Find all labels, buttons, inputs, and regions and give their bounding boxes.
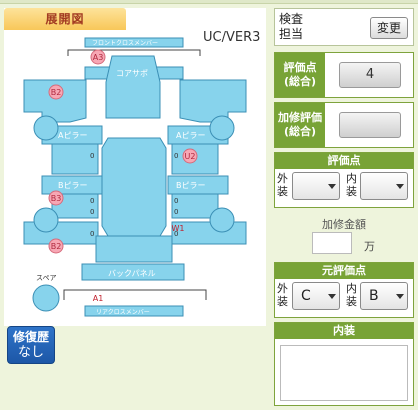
repair-score-value[interactable] — [339, 112, 401, 138]
front-cross-member-label: フロントクロスメンバー — [92, 40, 158, 47]
rear-left-wheel[interactable] — [33, 207, 59, 233]
inspector-box: 検査 担当 変更 — [274, 8, 414, 46]
overall-score-label-line1: 評価点 — [283, 61, 317, 74]
left-a-pillar-label: Aピラー — [58, 131, 87, 140]
repair-amount-unit: 万 — [364, 240, 375, 253]
rear-bracket-line — [63, 289, 207, 300]
vehicle-diagram[interactable]: フロントクロスメンバー リアクロスメンバー コアサポ Aピラー Aピラー Bピラ… — [0, 0, 270, 326]
repair-history-value: なし — [17, 345, 44, 360]
score-group-header: 評価点 — [275, 153, 413, 169]
repair-amount-label: 加修金額 — [322, 218, 366, 231]
side-mark: 0 — [90, 208, 94, 216]
score-exterior-label-1: 外 — [277, 172, 288, 185]
back-panel-label: バックパネル — [108, 269, 156, 278]
side-mark: 0 — [90, 152, 94, 160]
repair-amount-input[interactable] — [312, 232, 352, 254]
spare-tire[interactable] — [32, 284, 60, 312]
side-mark: 0 — [174, 208, 178, 216]
original-interior-label-2: 装 — [346, 295, 357, 308]
side-mark: 0 — [174, 197, 178, 205]
chevron-down-icon — [328, 184, 336, 189]
original-exterior-value: C — [301, 288, 311, 304]
interior-notes-box: 内装 — [274, 322, 414, 406]
damage-code: B3 — [51, 194, 62, 203]
front-right-wheel[interactable] — [209, 115, 235, 141]
original-exterior-label-1: 外 — [277, 282, 288, 295]
interior-notes-header: 内装 — [275, 323, 413, 339]
score-interior-select[interactable] — [360, 172, 408, 200]
damage-code: B2 — [51, 242, 62, 251]
original-score-header: 元評価点 — [275, 263, 413, 279]
original-interior-label: 内 装 — [346, 282, 357, 308]
original-exterior-label-2: 装 — [277, 295, 288, 308]
inspector-label-line1: 検査 — [279, 12, 304, 26]
inspector-label: 検査 担当 — [279, 12, 303, 42]
original-exterior-label: 外 装 — [277, 282, 288, 308]
inspection-sheet: 展開図 UC/VER3 フロントクロスメンバー リアクロスメンバー コアサポ A… — [0, 0, 418, 410]
chevron-down-icon — [396, 294, 404, 299]
overall-score-label: 評価点 (総合) — [275, 53, 325, 97]
score-exterior-label-2: 装 — [277, 185, 288, 198]
score-interior-label: 内 装 — [346, 172, 357, 198]
original-interior-value: B — [369, 288, 379, 304]
right-a-pillar-label: Aピラー — [176, 131, 205, 140]
original-interior-label-1: 内 — [346, 282, 357, 295]
overall-score-box: 評価点 (総合) 4 — [274, 52, 414, 98]
left-b-pillar-label: Bピラー — [58, 181, 88, 190]
repair-history-button[interactable]: 修復歴 なし — [7, 326, 55, 364]
core-support-label: コアサポ — [116, 69, 148, 78]
interior-notes-textarea[interactable] — [280, 345, 408, 401]
score-exterior-select[interactable] — [292, 172, 340, 200]
side-mark: 0 — [90, 197, 94, 205]
rear-right-wheel[interactable] — [209, 207, 235, 233]
hood-panel[interactable] — [105, 55, 161, 119]
original-interior-select[interactable]: B — [360, 282, 408, 310]
chevron-down-icon — [328, 294, 336, 299]
repair-score-box: 加修評価 (総合) — [274, 102, 414, 148]
side-mark: 0 — [90, 230, 94, 238]
score-interior-label-2: 装 — [346, 185, 357, 198]
overall-score-value[interactable]: 4 — [339, 62, 401, 88]
repair-score-label: 加修評価 (総合) — [275, 103, 325, 147]
front-bracket-line — [67, 49, 201, 56]
damage-code: A3 — [93, 53, 104, 62]
right-b-pillar-label: Bピラー — [176, 181, 206, 190]
repair-score-label-line1: 加修評価 — [278, 111, 322, 124]
side-mark: 0 — [174, 152, 178, 160]
front-left-wheel[interactable] — [33, 115, 59, 141]
rear-cross-member-label: リアクロスメンバー — [96, 309, 150, 316]
damage-code: A1 — [93, 294, 104, 303]
score-interior-label-1: 内 — [346, 172, 357, 185]
spare-label: スペア — [36, 274, 57, 282]
chevron-down-icon — [396, 184, 404, 189]
score-exterior-label: 外 装 — [277, 172, 288, 198]
trunk-lid[interactable] — [95, 235, 173, 263]
inspector-label-line2: 担当 — [279, 27, 304, 41]
change-button[interactable]: 変更 — [370, 17, 408, 39]
damage-code: W1 — [172, 224, 185, 233]
damage-code: B2 — [51, 88, 62, 97]
repair-history-label: 修復歴 — [12, 330, 49, 344]
repair-score-label-line2: (総合) — [283, 125, 317, 138]
front-right-fender[interactable] — [179, 79, 247, 123]
overall-score-label-line2: (総合) — [283, 75, 317, 88]
original-exterior-select[interactable]: C — [292, 282, 340, 310]
damage-code: U2 — [185, 152, 196, 161]
roof-panel[interactable] — [101, 137, 167, 237]
